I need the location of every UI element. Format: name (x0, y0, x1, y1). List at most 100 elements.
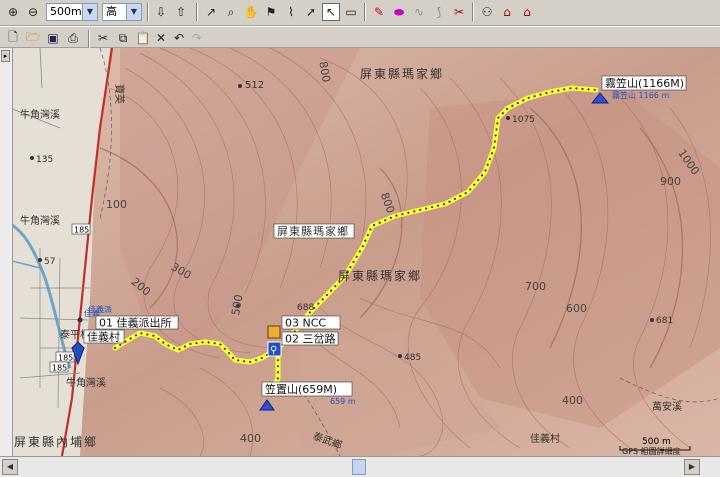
place-label: 寶英 (113, 84, 126, 104)
separator (364, 3, 366, 21)
flag-waypoint-icon[interactable] (267, 325, 281, 339)
receive-from-device-icon[interactable]: ⇩ (152, 3, 170, 21)
peak-label: 笠置山(659M) (265, 382, 337, 396)
binoculars-icon[interactable]: ⚇ (478, 3, 496, 21)
scale-select[interactable]: 500m ▼ (46, 3, 98, 21)
reshape-icon[interactable]: ⟆ (430, 3, 448, 21)
standard-toolbar: 🗋 🗁 ▣ ⎙ ✂ ⧉ 📋 ✕ ↶ ↷ (0, 26, 720, 48)
village-label: 佳義村 (530, 432, 560, 445)
cut-icon[interactable]: ✂ (94, 29, 112, 47)
svg-text:185: 185 (58, 354, 73, 363)
find-icon[interactable]: ⌕ (222, 3, 240, 21)
redo-icon[interactable]: ↷ (188, 29, 206, 47)
route-shield: 185 (71, 223, 91, 235)
chevron-down-icon: ▼ (82, 4, 97, 20)
elevation-label: 681 (656, 316, 673, 326)
paste-icon[interactable]: 📋 (134, 29, 152, 47)
elevation-label: 135 (36, 155, 53, 165)
river-label: 牛角灣溪 (20, 108, 60, 121)
left-collapse-strip[interactable]: ▸ (0, 48, 13, 456)
tools-icon[interactable]: ✂ (450, 3, 468, 21)
eraser-icon[interactable]: ⬬ (390, 3, 408, 21)
separator (472, 3, 474, 21)
path-icon[interactable]: ∿ (410, 3, 428, 21)
region-label: 屏東縣瑪家鄉 (360, 66, 444, 81)
region-label: 屏東縣瑪家鄉 (277, 224, 349, 238)
print-icon[interactable]: ⎙ (64, 29, 82, 47)
river-label: 萬安溪 (652, 400, 682, 413)
poi-dot-icon (398, 354, 402, 358)
pointer-icon[interactable]: ➚ (302, 3, 320, 21)
peak-sublabel: 659 m (330, 397, 356, 406)
elevation-label: 400 (562, 394, 583, 407)
draw-route-icon[interactable]: ↗ (202, 3, 220, 21)
elevation-label: 512 (245, 80, 264, 91)
river-label: 牛角灣溪 (66, 376, 106, 389)
waypoint-label[interactable]: 佳義村 (87, 330, 120, 344)
expand-panel-icon[interactable]: ▸ (1, 50, 10, 62)
elevation-label: 688 (297, 303, 314, 313)
separator (88, 30, 90, 48)
horizontal-scrollbar[interactable]: ◀ ▶ (0, 456, 720, 477)
region-label: 屏東縣瑪家鄉 (338, 268, 422, 283)
save-icon[interactable]: ▣ (44, 29, 62, 47)
elevation-label: 700 (525, 280, 546, 293)
undo-icon[interactable]: ↶ (170, 29, 188, 47)
new-file-icon[interactable]: 🗋 (4, 29, 22, 47)
scale-value: 500m (50, 5, 82, 18)
route-shield: 185 (55, 351, 75, 363)
hiker-glyph-icon: ⚲ (270, 345, 277, 356)
waypoint-label[interactable]: 01 佳義派出所 (99, 316, 172, 330)
chevron-down-icon: ▼ (126, 4, 141, 20)
detail-select[interactable]: 高 ▼ (102, 3, 142, 21)
pan-hand-icon[interactable]: ✋ (242, 3, 260, 21)
elevation-label: 600 (566, 302, 587, 315)
peak-sublabel: 霧笠山 1166 m (612, 90, 669, 100)
scroll-left-icon[interactable]: ◀ (2, 459, 18, 475)
poi-dot-icon (77, 317, 83, 323)
elevation-label: 485 (404, 353, 421, 363)
map-edit-icon[interactable]: ✎ (370, 3, 388, 21)
poi-dot-icon (38, 258, 42, 262)
nearest-icon[interactable]: ⌂ (498, 3, 516, 21)
separator (147, 3, 149, 21)
copy-icon[interactable]: ⧉ (114, 29, 132, 47)
poi-dot-icon (30, 156, 34, 160)
measure-icon[interactable]: ▭ (342, 3, 360, 21)
home-icon[interactable]: ⌂ (518, 3, 536, 21)
elevation-label: 1075 (512, 115, 535, 125)
elevation-label: 900 (660, 175, 681, 188)
track-icon[interactable]: ⌇ (282, 3, 300, 21)
elevation-label: 400 (240, 432, 261, 445)
river-label: 牛角灣溪 (20, 214, 60, 227)
waypoint-sublabel: 佳義派 (88, 304, 112, 314)
zoom-in-icon[interactable]: ⊕ (4, 3, 22, 21)
svg-text:500 m: 500 m (642, 437, 671, 447)
poi-dot-icon (650, 318, 654, 322)
main-toolbar: ⊕ ⊖ 500m ▼ 高 ▼ ⇩ ⇧ ↗ ⌕ ✋ ⚑ ⌇ ➚ ↖ ▭ ✎ ⬬ ∿… (0, 0, 720, 26)
route-shield: 185 (49, 361, 69, 373)
svg-text:185: 185 (52, 364, 67, 373)
waypoint-label[interactable]: 03 NCC (285, 317, 326, 330)
topographic-map[interactable]: ⚲ 185 185 185 512 800 1075 1000 900 800 … (0, 48, 720, 456)
svg-text:185: 185 (74, 226, 89, 235)
waypoint-label[interactable]: 02 三岔路 (285, 333, 336, 346)
separator (196, 3, 198, 21)
scroll-right-icon[interactable]: ▶ (684, 459, 700, 475)
poi-dot-icon (238, 84, 242, 88)
open-folder-icon[interactable]: 🗁 (24, 29, 42, 47)
delete-icon[interactable]: ✕ (152, 29, 170, 47)
peak-label: 霧笠山(1166M) (605, 76, 684, 90)
select-arrow-icon[interactable]: ↖ (322, 3, 340, 21)
elevation-label: 100 (106, 198, 127, 211)
send-to-device-icon[interactable]: ⇧ (172, 3, 190, 21)
elevation-label: 57 (44, 257, 55, 267)
copyright-label: GPS 組圖詳細度 (622, 446, 681, 456)
map-view[interactable]: ⚲ 185 185 185 512 800 1075 1000 900 800 … (0, 48, 720, 456)
region-label: 屏東縣內埔鄉 (14, 435, 98, 449)
detail-value: 高 (106, 5, 117, 18)
scrollbar-thumb[interactable] (352, 459, 366, 475)
zoom-out-icon[interactable]: ⊖ (24, 3, 42, 21)
poi-dot-icon (506, 116, 510, 120)
waypoint-flag-icon[interactable]: ⚑ (262, 3, 280, 21)
